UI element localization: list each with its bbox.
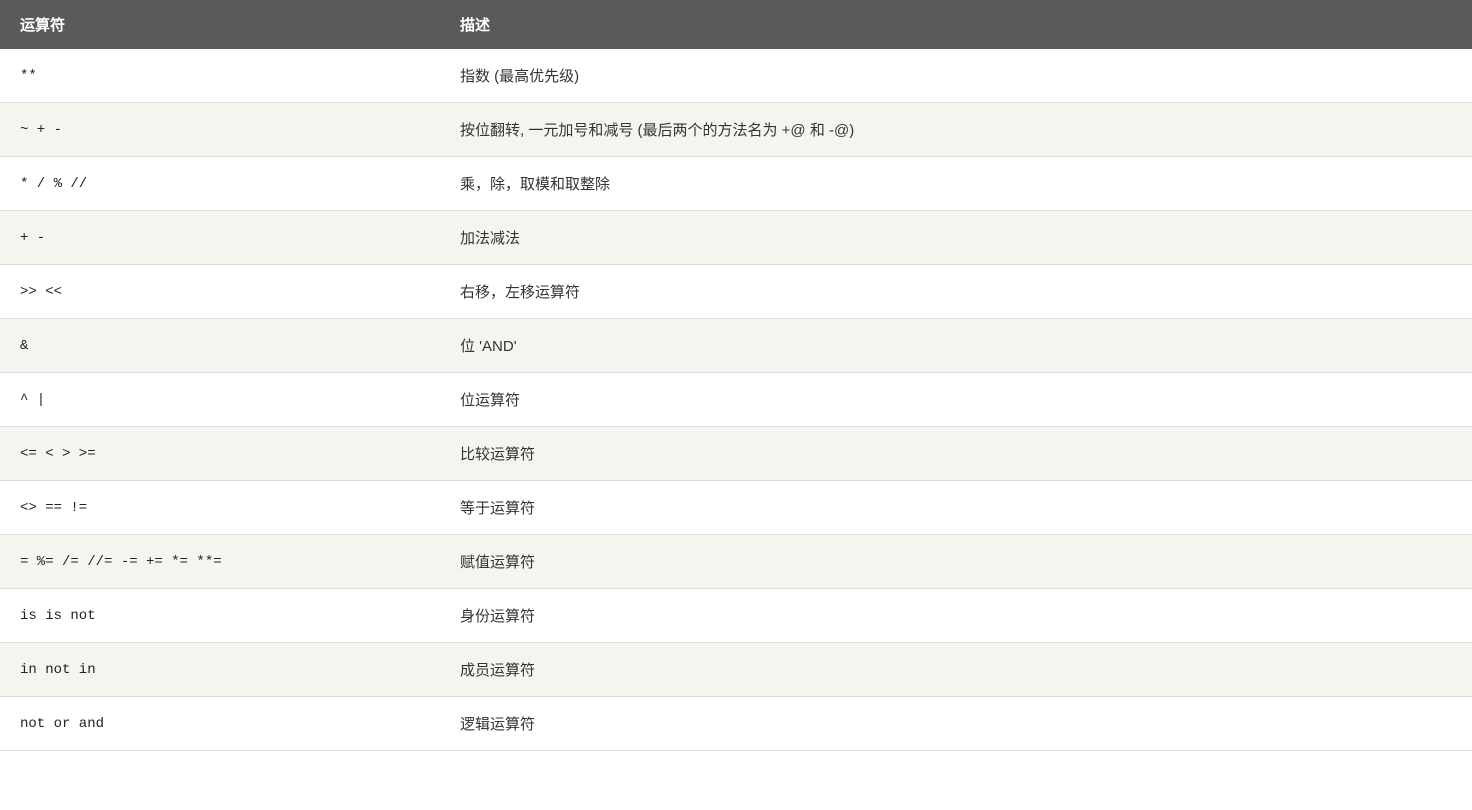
operator-cell: = %= /= //= -= += *= **=	[0, 535, 440, 589]
table-row: ^ |位运算符	[0, 373, 1472, 427]
table-row: in not in成员运算符	[0, 643, 1472, 697]
description-cell: 逻辑运算符	[440, 697, 1472, 751]
table-row: ~ + -按位翻转, 一元加号和减号 (最后两个的方法名为 +@ 和 -@)	[0, 103, 1472, 157]
description-cell: 按位翻转, 一元加号和减号 (最后两个的方法名为 +@ 和 -@)	[440, 103, 1472, 157]
description-cell: 加法减法	[440, 211, 1472, 265]
table-header-row: 运算符 描述	[0, 0, 1472, 49]
table-row: + -加法减法	[0, 211, 1472, 265]
description-cell: 赋值运算符	[440, 535, 1472, 589]
description-cell: 比较运算符	[440, 427, 1472, 481]
operator-cell: &	[0, 319, 440, 373]
table-row: = %= /= //= -= += *= **=赋值运算符	[0, 535, 1472, 589]
description-cell: 指数 (最高优先级)	[440, 49, 1472, 103]
table-row: >> <<右移，左移运算符	[0, 265, 1472, 319]
operator-cell: ^ |	[0, 373, 440, 427]
operator-cell: + -	[0, 211, 440, 265]
operator-cell: in not in	[0, 643, 440, 697]
table-row: <> == !=等于运算符	[0, 481, 1472, 535]
description-cell: 成员运算符	[440, 643, 1472, 697]
description-cell: 身份运算符	[440, 589, 1472, 643]
table-row: not or and逻辑运算符	[0, 697, 1472, 751]
operator-cell: * / % //	[0, 157, 440, 211]
operators-table: 运算符 描述 **指数 (最高优先级)~ + -按位翻转, 一元加号和减号 (最…	[0, 0, 1472, 751]
operator-cell: not or and	[0, 697, 440, 751]
operator-cell: ~ + -	[0, 103, 440, 157]
table-row: **指数 (最高优先级)	[0, 49, 1472, 103]
operator-cell: **	[0, 49, 440, 103]
description-cell: 乘，除，取模和取整除	[440, 157, 1472, 211]
operator-cell: <> == !=	[0, 481, 440, 535]
description-cell: 位 'AND'	[440, 319, 1472, 373]
table-row: is is not身份运算符	[0, 589, 1472, 643]
main-container: 运算符 描述 **指数 (最高优先级)~ + -按位翻转, 一元加号和减号 (最…	[0, 0, 1472, 810]
column-header-description: 描述	[440, 0, 1472, 49]
operator-cell: >> <<	[0, 265, 440, 319]
description-cell: 位运算符	[440, 373, 1472, 427]
table-row: &位 'AND'	[0, 319, 1472, 373]
description-cell: 等于运算符	[440, 481, 1472, 535]
operator-cell: <= < > >=	[0, 427, 440, 481]
table-row: <= < > >=比较运算符	[0, 427, 1472, 481]
table-row: * / % //乘，除，取模和取整除	[0, 157, 1472, 211]
description-cell: 右移，左移运算符	[440, 265, 1472, 319]
column-header-operator: 运算符	[0, 0, 440, 49]
operator-cell: is is not	[0, 589, 440, 643]
